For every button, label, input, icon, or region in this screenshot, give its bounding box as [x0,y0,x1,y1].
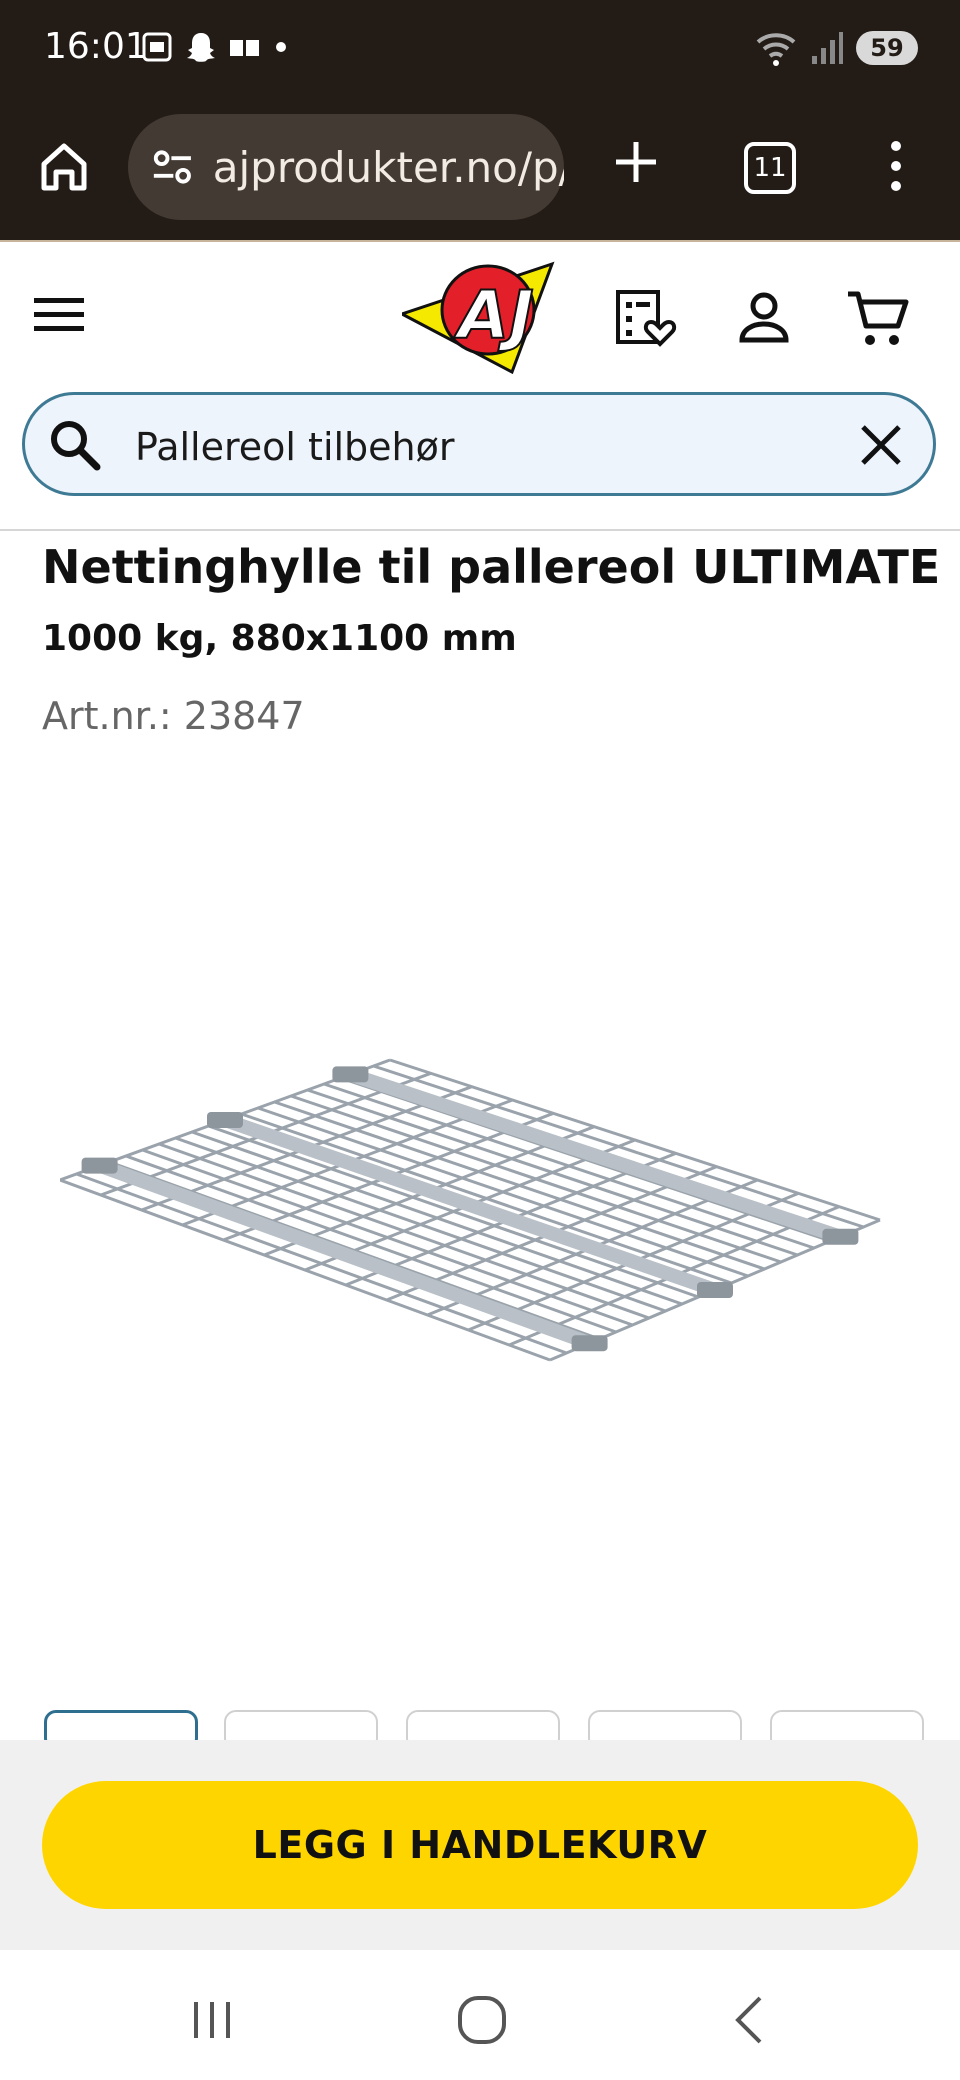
search-bar[interactable]: Pallereol tilbehør [22,392,936,496]
search-icon[interactable] [47,417,103,473]
bottom-action-bar: LEGG I HANDLEKURV [0,1740,960,1950]
site-header: AJ [0,244,960,386]
books-icon [230,40,259,56]
product-title: Nettinghylle til pallereol ULTIMATE [42,540,941,594]
product-image[interactable] [60,1040,890,1420]
browser-toolbar: ajprodukter.no/p/ 11 [0,100,960,242]
notification-icons [140,30,288,64]
article-number: Art.nr.: 23847 [42,694,305,738]
system-icons: 59 [754,28,918,68]
close-icon[interactable] [859,423,903,467]
favorites-list-icon[interactable] [614,288,678,348]
thumbnail[interactable] [44,1710,198,1740]
tabs-icon[interactable]: 11 [744,142,796,194]
search-input[interactable]: Pallereol tilbehør [135,425,455,469]
product-subtitle: 1000 kg, 880x1100 mm [42,618,517,659]
status-time: 16:01 [44,26,148,67]
thumbnail[interactable] [770,1710,924,1740]
url-bar[interactable]: ajprodukter.no/p/ [128,114,564,220]
thumbnail[interactable] [588,1710,742,1740]
recent-apps-icon[interactable] [182,1990,242,2050]
back-icon[interactable] [720,1990,780,2050]
add-to-cart-button[interactable]: LEGG I HANDLEKURV [42,1781,918,1909]
thumbnail[interactable] [224,1710,378,1740]
cart-icon[interactable] [846,288,910,348]
home-nav-icon[interactable] [452,1990,512,2050]
divider [0,529,960,531]
thumbnail-strip [0,1710,960,1740]
hamburger-icon[interactable] [34,294,84,334]
url-text: ajprodukter.no/p/ [212,142,564,192]
wifi-icon [756,33,796,66]
battery-indicator: 59 [856,31,918,65]
aj-logo[interactable]: AJ [402,254,562,374]
screenshot-icon [142,32,172,62]
signal-icon [812,32,843,64]
plus-icon[interactable] [612,138,660,186]
snapchat-icon [187,33,215,62]
status-bar: 16:01 59 [0,0,960,100]
tune-icon[interactable] [148,142,197,192]
svg-text:AJ: AJ [453,277,534,354]
home-icon[interactable] [36,138,92,194]
thumbnail[interactable] [406,1710,560,1740]
more-notifications-icon [276,42,286,52]
system-navigation-bar [0,1950,960,2080]
more-vert-icon[interactable] [886,138,906,194]
account-icon[interactable] [732,288,796,348]
